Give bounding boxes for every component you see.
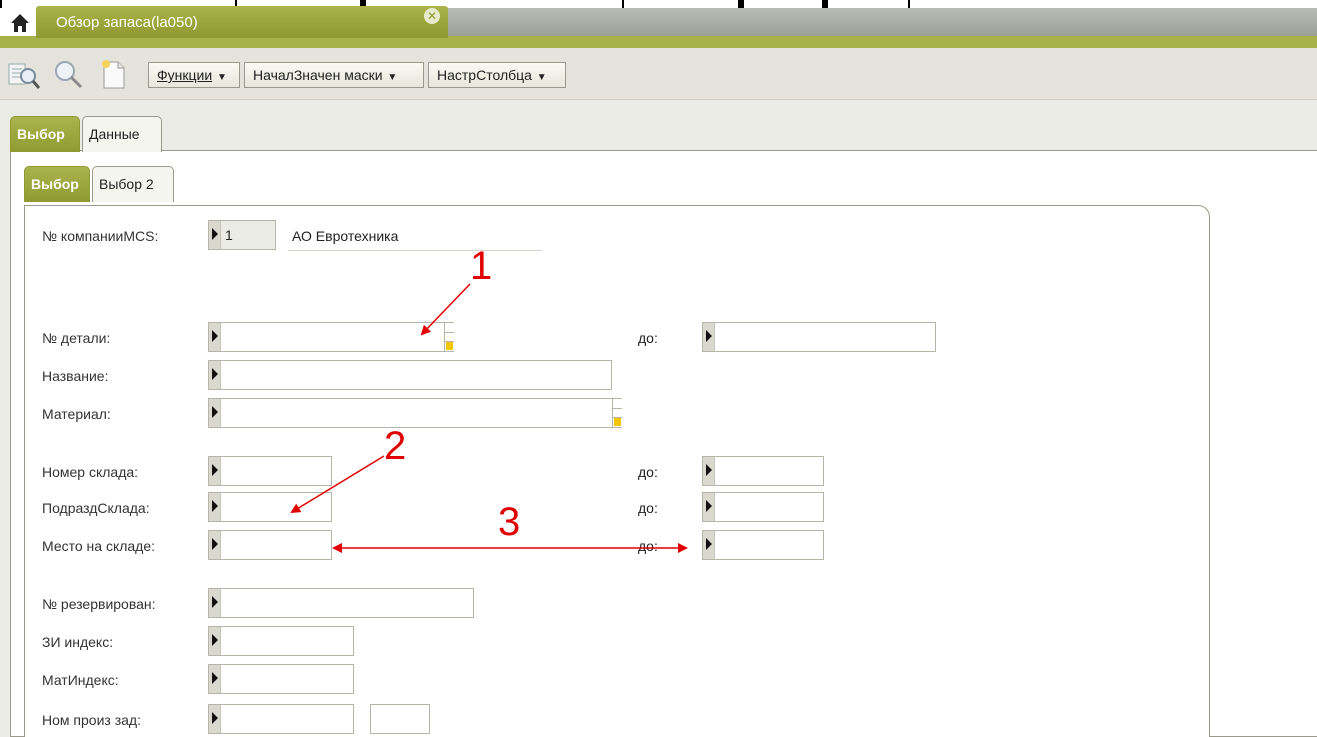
annotation-arrow-2 [290, 455, 385, 514]
annotation-arrows [290, 283, 688, 553]
annotation-arrow-1 [420, 283, 471, 336]
